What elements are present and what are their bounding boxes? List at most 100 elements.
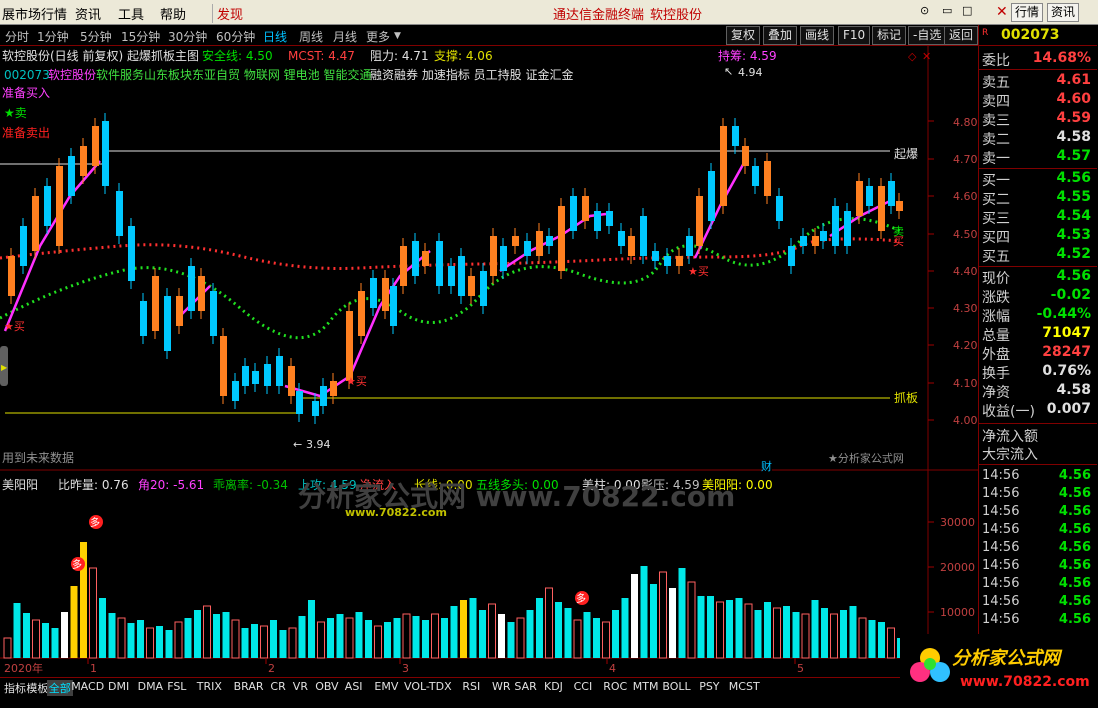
quote-row-value: 4.54 (1056, 208, 1091, 224)
volume-bar (365, 620, 372, 658)
period-weekly[interactable]: 周线 (299, 28, 323, 45)
period-1min[interactable]: 1分钟 (37, 28, 69, 45)
kline-chart-svg[interactable]: 4.80 4.70 4.60 4.50 4.40 4.30 4.20 4.10 … (0, 46, 978, 676)
indicator-tab[interactable]: BRAR (232, 680, 266, 693)
tool-biaoji[interactable]: 标记 (872, 26, 907, 45)
volume-bar (555, 602, 562, 658)
indicator-tab[interactable]: RSI (460, 680, 482, 693)
buy-marker: ★买 (346, 375, 367, 388)
tool-huaxian[interactable]: 画线 (800, 26, 835, 45)
period-5min[interactable]: 5分钟 (80, 28, 112, 45)
candle-body (676, 256, 683, 266)
quote-row-value: 4.55 (1056, 189, 1091, 205)
menu-tools[interactable]: 工具 (118, 4, 144, 23)
tick-price: 4.56 (1058, 504, 1091, 519)
chevron-down-icon[interactable]: ▼ (394, 31, 401, 41)
candle-body (92, 126, 99, 166)
net-inflow-label: 净流入额 (982, 429, 1038, 445)
sub-yaxis-label: 20000 (940, 561, 975, 574)
indicator-tab[interactable]: VR (291, 680, 310, 693)
indicator-tab[interactable]: DMI (106, 680, 131, 693)
close-icon[interactable]: ✕ (922, 50, 931, 63)
volume-bar (669, 588, 676, 658)
quote-row-label: 总量 (982, 328, 1010, 344)
maximize-icon[interactable]: □ (962, 4, 972, 17)
menu-market[interactable]: 展市场行情 (2, 4, 67, 23)
indicator-tab[interactable]: KDJ (542, 680, 565, 693)
volume-bar (707, 596, 714, 658)
period-60min[interactable]: 60分钟 (216, 28, 255, 45)
tick-price: 4.56 (1058, 486, 1091, 501)
quote-row-value: 4.61 (1056, 72, 1091, 88)
btn-quote[interactable]: 行情 (1011, 3, 1044, 22)
tool-zixuan[interactable]: -自选 (908, 26, 947, 45)
indicator-tab[interactable]: ROC (601, 680, 629, 693)
mcst-label: MCST: 4.47 (288, 49, 355, 63)
indicator-tab[interactable]: SAR (512, 680, 538, 693)
period-more[interactable]: 更多 (366, 28, 390, 45)
tool-diejia[interactable]: 叠加 (763, 26, 798, 45)
indicator-tab[interactable]: MCST (727, 680, 762, 693)
chart-area[interactable]: 4.80 4.70 4.60 4.50 4.40 4.30 4.20 4.10 … (0, 46, 978, 676)
indicator-tab[interactable]: WR (490, 680, 513, 693)
period-15min[interactable]: 15分钟 (121, 28, 160, 45)
candle-body (370, 278, 377, 308)
volume-bar (336, 614, 344, 658)
candle-body (480, 271, 487, 306)
btn-news[interactable]: 资讯 (1047, 3, 1080, 22)
candle-body (856, 181, 863, 216)
restore-icon[interactable]: ▭ (942, 4, 952, 17)
info-code: 002073 (4, 68, 50, 82)
volume-bar (184, 618, 192, 658)
weibi-label: 委比 (982, 53, 1010, 69)
indicator-tab[interactable]: PSY (697, 680, 721, 693)
volume-bar (355, 612, 363, 658)
close-icon[interactable]: ✕ (996, 4, 1008, 20)
tick-list[interactable]: 14:56 4.56 14:56 4.56 14:56 4.56 14:56 4.56 14:5… (979, 466, 1097, 636)
candle-body (458, 256, 465, 296)
indicator-tab[interactable]: BOLL (660, 680, 692, 693)
yaxis-label: 4.50 (953, 228, 978, 241)
volume-bar (801, 613, 810, 659)
candle-body (448, 266, 455, 286)
quote-row-label: 卖一 (982, 151, 1010, 167)
volume-bar (165, 630, 173, 658)
weibi-row: 委比 14.68% (979, 50, 1097, 70)
indicator-tab[interactable]: VOL-TDX (402, 680, 454, 693)
tick-row: 14:56 4.56 (979, 594, 1097, 612)
tick-price: 4.56 (1058, 468, 1091, 483)
minimize-icon[interactable]: ⊙ (920, 4, 929, 17)
expand-arrow-icon[interactable]: ▶ (1, 363, 8, 372)
period-30min[interactable]: 30分钟 (168, 28, 207, 45)
tool-return[interactable]: 返回 (944, 26, 978, 45)
flow-section: 净流入额 大宗流入 (979, 424, 1097, 465)
indicator-tab[interactable]: FSL (165, 680, 188, 693)
volume-bar (137, 620, 144, 658)
tool-fuquan[interactable]: 复权 (726, 26, 761, 45)
volume-bar (469, 598, 477, 658)
indicator-tab[interactable]: CCI (572, 680, 595, 693)
volume-bar (479, 610, 486, 658)
menu-discover[interactable]: 发现 (212, 4, 243, 23)
indicator-tab[interactable]: ASI (343, 680, 365, 693)
volume-bar (773, 607, 781, 659)
volume-bar (868, 620, 876, 658)
indicator-tab[interactable]: CR (268, 680, 287, 693)
indicator-tab[interactable]: TRIX (195, 680, 224, 693)
tool-f10[interactable]: F10 (838, 26, 871, 45)
volume-bar (792, 612, 800, 658)
quote-row-value: -0.44% (1036, 306, 1091, 322)
safety-line-label: 安全线: 4.50 (202, 48, 273, 63)
period-monthly[interactable]: 月线 (333, 28, 357, 45)
time-axis-label: 2 (268, 662, 275, 675)
indicator-tab[interactable]: MTM (631, 680, 661, 693)
indicator-tab[interactable]: OBV (313, 680, 340, 693)
indicator-tab[interactable]: DMA (136, 680, 166, 693)
volume-bar (726, 600, 733, 658)
indicator-tab[interactable]: MACD (69, 680, 106, 693)
menu-news[interactable]: 资讯 (75, 4, 101, 23)
menu-help[interactable]: 帮助 (160, 4, 186, 23)
period-fenshi[interactable]: 分时 (5, 28, 29, 45)
indicator-tab[interactable]: EMV (372, 680, 400, 693)
period-daily[interactable]: 日线 (263, 28, 287, 45)
